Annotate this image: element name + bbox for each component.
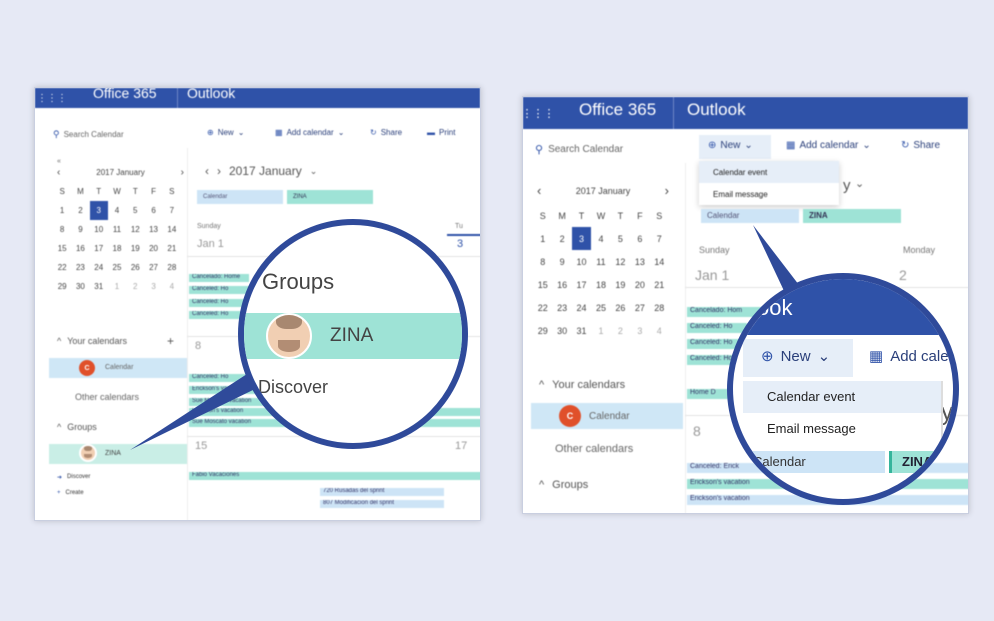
mag-menu-shadow bbox=[941, 381, 943, 445]
mag-menu-calendar-event-label: Calendar event bbox=[767, 389, 856, 404]
mag-discover-label: Discover bbox=[258, 377, 329, 397]
mag-calendar-tag[interactable]: Calendar bbox=[739, 451, 885, 473]
mag-add-calendar-label: Add cale bbox=[890, 347, 949, 365]
mag-app-name-partial: ook bbox=[757, 295, 793, 320]
mag-zina-avatar bbox=[266, 313, 312, 359]
mag-zina-tag[interactable]: ZINA bbox=[892, 451, 953, 473]
mag-add-calendar-button[interactable]: ▦ Add cale bbox=[869, 347, 949, 366]
mag-menu-email-message-label[interactable]: Email message bbox=[767, 421, 856, 436]
screenshot-left-groups: ⋮⋮⋮ Office 365 Outlook ⚲ Search Calendar… bbox=[34, 87, 481, 521]
calendar-add-icon: ▦ bbox=[869, 348, 884, 365]
mag-new-label: New bbox=[780, 347, 811, 365]
chevron-down-icon: ⌄ bbox=[817, 348, 831, 365]
magnifier-new-menu: ook ⊕ New ⌄ ▦ Add cale Calendar event Em… bbox=[727, 273, 959, 505]
mag-groups-label: Groups bbox=[262, 269, 335, 294]
magnifier-groups: Groups ZINA Discover bbox=[238, 219, 468, 449]
screenshot-right-new-event: ⋮⋮⋮ Office 365 Outlook ⚲ Search Calendar… bbox=[522, 96, 969, 514]
mag-zina-label: ZINA bbox=[330, 325, 374, 346]
plus-circle-icon: ⊕ bbox=[761, 348, 774, 365]
mag-new-button[interactable]: ⊕ New ⌄ bbox=[761, 347, 831, 366]
